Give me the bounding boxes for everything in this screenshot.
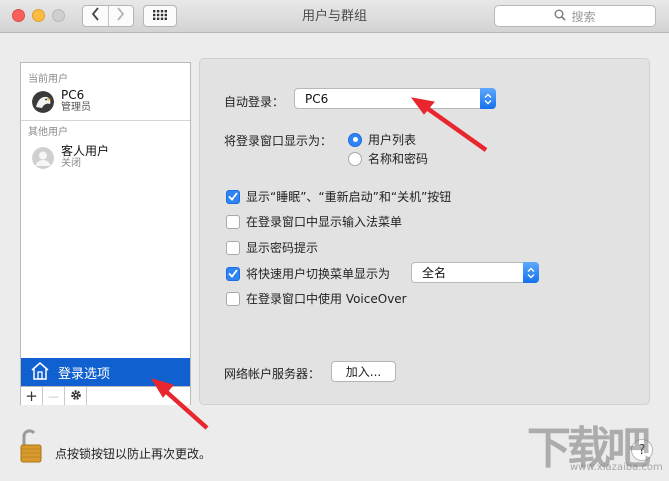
search-input[interactable]: 搜索 — [494, 5, 656, 27]
action-menu-button[interactable] — [65, 387, 87, 405]
checkbox-show-power-buttons-label: 显示“睡眠”、“重新启动”和“关机”按钮 — [246, 190, 452, 204]
watermark-url: www.xiazaiba.com — [570, 462, 663, 473]
radio-name-password-label: 名称和密码 — [368, 152, 429, 166]
fast-switch-popup[interactable]: 全名 — [411, 262, 539, 283]
checkbox-empty-icon — [226, 291, 240, 306]
auto-login-value: PC6 — [305, 91, 329, 106]
checkbox-password-hints[interactable]: 显示密码提示 — [226, 239, 318, 256]
radio-user-list[interactable]: 用户列表 — [348, 131, 416, 148]
lock-button[interactable] — [19, 428, 43, 467]
guest-avatar-icon — [32, 146, 54, 169]
lock-open-icon — [19, 429, 43, 467]
checkmark-icon — [226, 266, 240, 281]
other-users-header: 其他用户 — [28, 127, 68, 138]
user-list-sidebar: 当前用户 PC6 管理员 其他用户 客人用户 关闭 登录选项 + — — [20, 62, 191, 405]
gear-icon — [70, 387, 82, 405]
checkbox-empty-icon — [226, 214, 240, 229]
section-divider — [21, 120, 190, 121]
checkbox-password-hints-label: 显示密码提示 — [246, 241, 319, 255]
magnifier-icon — [554, 9, 567, 24]
checkbox-show-power-buttons[interactable]: 显示“睡眠”、“重新启动”和“关机”按钮 — [226, 188, 451, 205]
updown-chevron-icon — [480, 88, 496, 109]
checkbox-voiceover-label: 在登录窗口中使用 VoiceOver — [246, 292, 407, 306]
remove-user-button[interactable]: — — [43, 387, 65, 405]
current-user-role: 管理员 — [61, 102, 91, 113]
radio-selected-icon — [348, 132, 362, 147]
current-user-name: PC6 — [61, 88, 85, 102]
sidebar-item-current-user[interactable]: PC6 管理员 — [32, 89, 91, 114]
checkmark-icon — [226, 189, 240, 204]
guest-user-status: 关闭 — [61, 158, 81, 169]
guest-user-name: 客人用户 — [61, 144, 110, 158]
radio-unselected-icon — [348, 151, 362, 166]
fast-switch-value: 全名 — [422, 266, 447, 280]
title-bar: 用户与群组 搜索 — [0, 0, 669, 33]
updown-chevron-icon — [523, 262, 539, 283]
checkbox-voiceover[interactable]: 在登录窗口中使用 VoiceOver — [226, 290, 407, 307]
checkbox-fast-user-switching-label: 将快速用户切换菜单显示为 — [246, 267, 391, 281]
auto-login-popup[interactable]: PC6 — [294, 88, 496, 109]
display-as-label: 将登录窗口显示为： — [224, 134, 333, 148]
search-placeholder: 搜索 — [571, 9, 596, 24]
checkbox-fast-user-switching[interactable]: 将快速用户切换菜单显示为 — [226, 265, 390, 282]
current-users-header: 当前用户 — [28, 74, 68, 85]
login-options-label: 登录选项 — [58, 366, 111, 382]
join-button[interactable]: 加入... — [331, 361, 396, 382]
network-server-label: 网络帐户服务器： — [224, 367, 321, 381]
auto-login-label: 自动登录： — [224, 95, 285, 109]
add-user-button[interactable]: + — [21, 387, 43, 405]
radio-name-password[interactable]: 名称和密码 — [348, 150, 428, 167]
radio-user-list-label: 用户列表 — [368, 133, 417, 147]
checkbox-input-menu-label: 在登录窗口中显示输入法菜单 — [246, 215, 403, 229]
eagle-avatar-icon — [32, 90, 54, 113]
checkbox-empty-icon — [226, 240, 240, 255]
sidebar-item-guest-user[interactable]: 客人用户 关闭 — [32, 145, 109, 170]
checkbox-input-menu[interactable]: 在登录窗口中显示输入法菜单 — [226, 213, 402, 230]
login-options-panel: 自动登录： PC6 将登录窗口显示为： 用户列表 名称和密码 显示“睡眠”、“重… — [199, 58, 650, 405]
sidebar-toolbar: + — — [21, 386, 190, 405]
lock-hint-text: 点按锁按钮以防止再次更改。 — [55, 447, 212, 461]
house-icon — [30, 361, 50, 384]
sidebar-item-login-options[interactable]: 登录选项 — [21, 358, 190, 386]
